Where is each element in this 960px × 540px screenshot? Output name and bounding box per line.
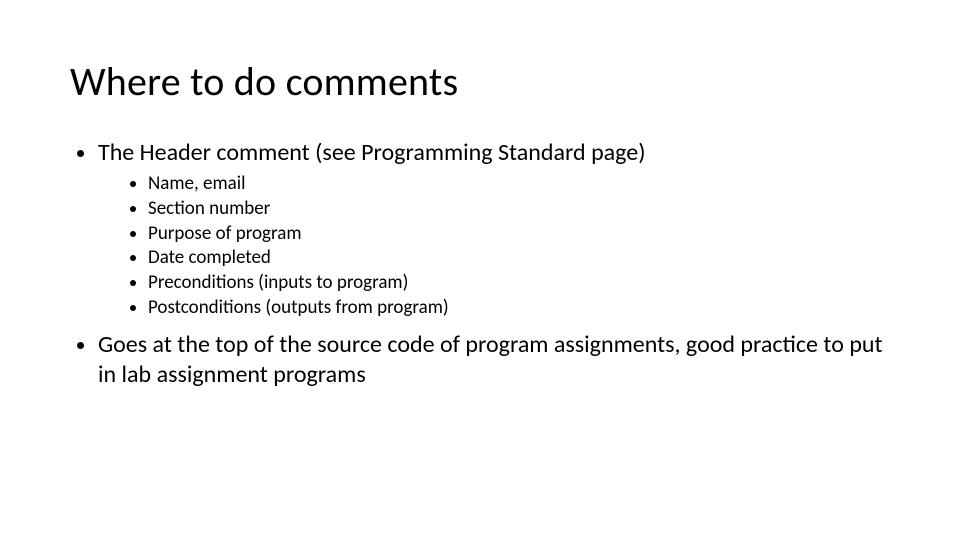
bullet-list: The Header comment (see Programming Stan…	[70, 138, 890, 390]
sub-bullet-item: Section number	[148, 197, 890, 221]
sub-bullet-item: Purpose of program	[148, 222, 890, 246]
slide: Where to do comments The Header comment …	[0, 0, 960, 540]
slide-title: Where to do comments	[70, 60, 890, 104]
sub-bullet-item: Name, email	[148, 172, 890, 196]
sub-bullet-item: Postconditions (outputs from program)	[148, 296, 890, 320]
bullet-text: Goes at the top of the source code of pr…	[98, 330, 883, 389]
sub-bullet-item: Date completed	[148, 246, 890, 270]
sub-bullet-item: Preconditions (inputs to program)	[148, 271, 890, 295]
sub-bullet-list: Name, email Section number Purpose of pr…	[98, 172, 890, 320]
bullet-item: The Header comment (see Programming Stan…	[98, 138, 890, 320]
bullet-text: The Header comment (see Programming Stan…	[98, 138, 646, 167]
bullet-item: Goes at the top of the source code of pr…	[98, 330, 890, 390]
